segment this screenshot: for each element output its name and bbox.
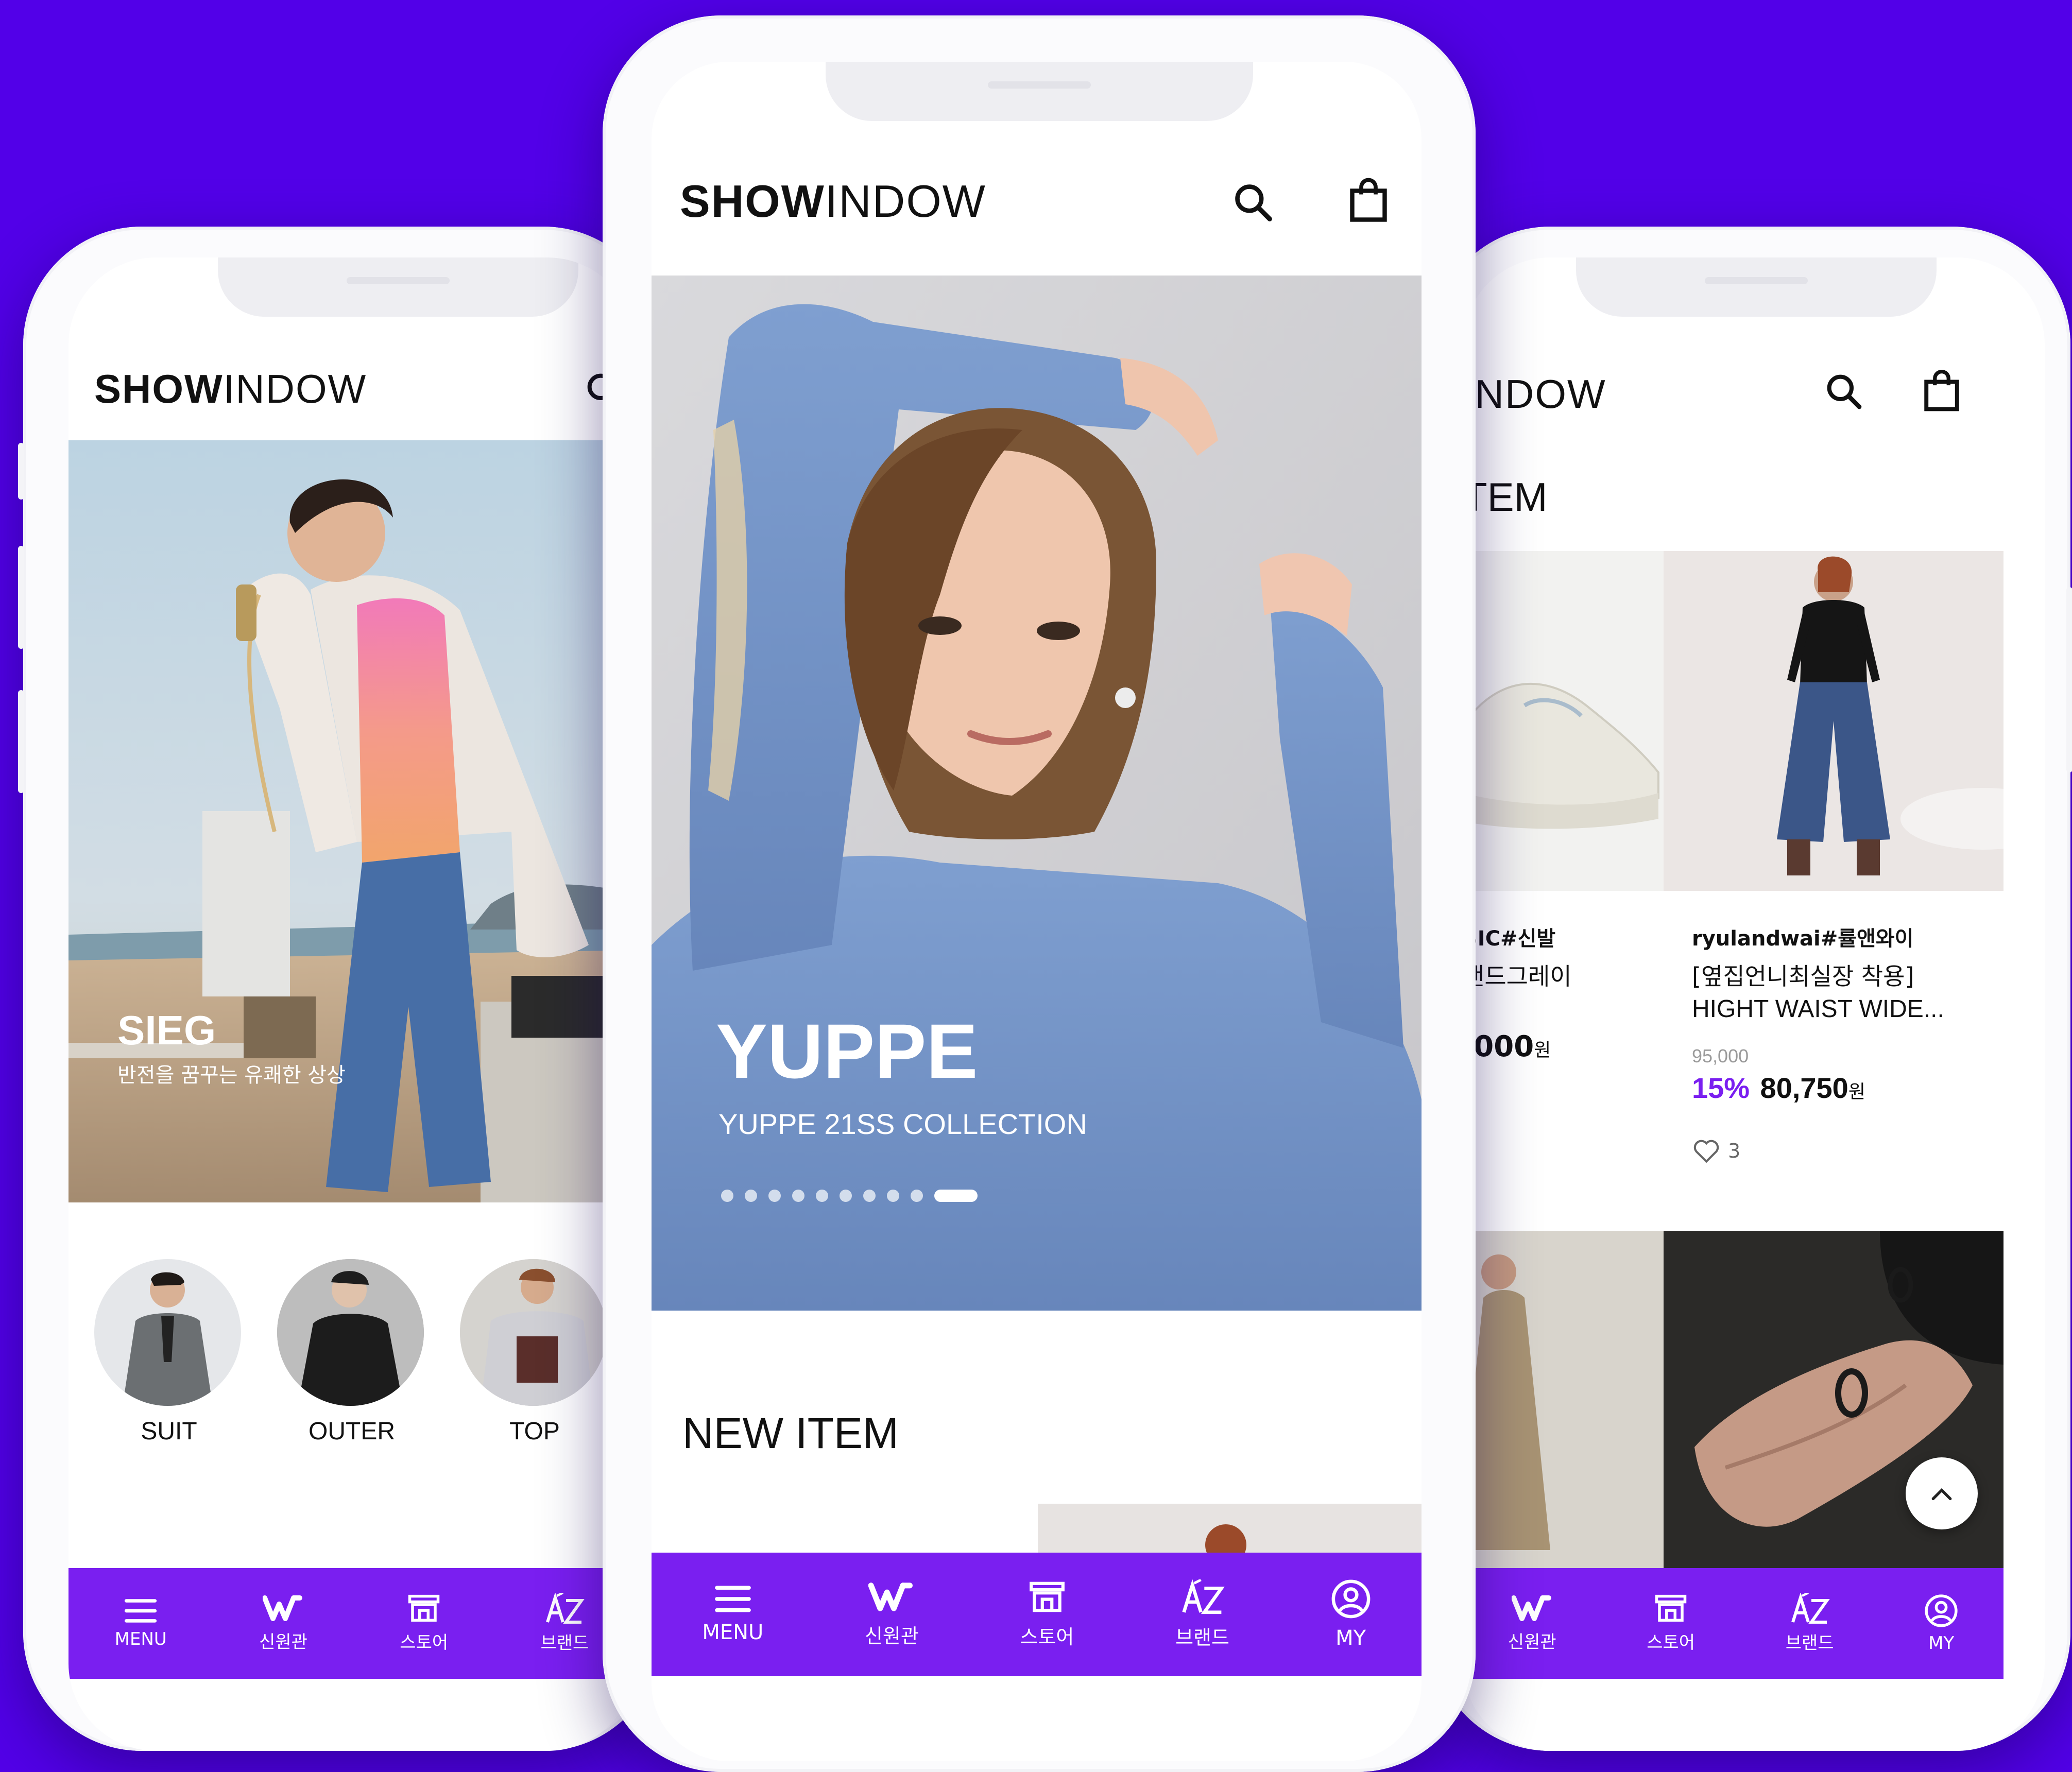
carousel-dot[interactable]	[863, 1190, 876, 1202]
store-icon	[1030, 1581, 1065, 1612]
new-item-preview[interactable]	[1038, 1504, 1422, 1555]
tab-sinwon[interactable]: 신원관	[259, 1594, 307, 1653]
brand-w-icon	[263, 1595, 303, 1621]
carousel-indicator[interactable]	[721, 1190, 978, 1202]
app-logo-partial: INDOW	[1463, 371, 1606, 417]
power-button	[2066, 587, 2072, 772]
store-icon	[1655, 1594, 1687, 1622]
product-name-line2[interactable]: HIGHT WAIST WIDE...	[1692, 995, 1944, 1023]
app-logo: SHOWINDOW	[94, 366, 367, 411]
user-icon	[1331, 1579, 1370, 1619]
tab-store[interactable]: 스토어	[400, 1593, 448, 1654]
store-icon	[408, 1594, 440, 1622]
volume-up-button	[18, 546, 24, 649]
tab-menu[interactable]: MENU	[115, 1598, 167, 1649]
left-phone: SHOWINDOW SIEG 반전을 꿈꾸는 유쾌한 상상 SUIT OUTER…	[18, 227, 662, 1751]
brand-w-icon	[1511, 1595, 1551, 1621]
product-image-coat[interactable]	[1463, 1231, 1664, 1571]
carousel-dot[interactable]	[934, 1190, 978, 1202]
bottom-tab-bar: MENU 신원관 스토어 브랜드	[69, 1568, 635, 1679]
banner-subtitle: YUPPE 21SS COLLECTION	[718, 1108, 1087, 1140]
az-icon	[1181, 1579, 1225, 1614]
az-icon	[1791, 1593, 1830, 1624]
like-count: 3	[1728, 1140, 1741, 1162]
category-outer[interactable]: OUTER	[277, 1259, 426, 1446]
shopping-bag-icon[interactable]	[1921, 368, 1962, 415]
menu-icon	[125, 1598, 157, 1623]
product-brand: SIC#신발	[1463, 927, 1556, 951]
product-name[interactable]: 랜드그레이	[1463, 958, 1572, 992]
banner-subtitle: 반전을 꿈꾸는 유쾌한 상상	[117, 1063, 346, 1087]
carousel-dot[interactable]	[745, 1190, 757, 1202]
carousel-dot[interactable]	[768, 1190, 781, 1202]
tab-menu[interactable]: MENU	[702, 1585, 763, 1644]
section-title: NEW ITEM	[682, 1409, 899, 1457]
tab-brand[interactable]: 브랜드	[1175, 1579, 1229, 1650]
product-price: ,000원	[1463, 1030, 1551, 1063]
like-button[interactable]: 3	[1692, 1138, 1740, 1164]
heart-icon	[1693, 1140, 1719, 1163]
carousel-dot[interactable]	[816, 1190, 828, 1202]
product-name-line1[interactable]: [옆집언니최실장 착용]	[1692, 958, 1914, 992]
original-price: 95,000	[1692, 1045, 1749, 1066]
carousel-dot[interactable]	[721, 1190, 733, 1202]
banner-title: YUPPE	[716, 1008, 978, 1094]
tab-my[interactable]: MY	[1924, 1594, 1958, 1654]
search-icon[interactable]	[1823, 371, 1864, 414]
carousel-dot[interactable]	[792, 1190, 804, 1202]
right-phone: INDOW TEM SIC#신발 랜드그레이 ,000원 ryulandwai#…	[1432, 227, 2072, 1751]
product-image-sneaker[interactable]	[1463, 551, 1664, 891]
tab-sinwon[interactable]: 신원관	[1508, 1594, 1556, 1653]
category-suit[interactable]: SUIT	[94, 1259, 244, 1446]
banner-title: SIEG	[117, 1007, 216, 1053]
chevron-up-icon	[1931, 1488, 1952, 1501]
product-image-jeans[interactable]	[1664, 551, 2003, 891]
bottom-tab-bar: MENU 신원관 스토어 브랜드 MY	[652, 1553, 1422, 1676]
tab-sinwon[interactable]: 신원관	[865, 1581, 919, 1648]
volume-down-button	[18, 690, 24, 793]
left-screen: SHOWINDOW SIEG 반전을 꿈꾸는 유쾌한 상상 SUIT OUTER…	[69, 257, 635, 1751]
center-screen: SHOWINDOW YUPPE YUPPE 21SS COLLECTION NE…	[652, 62, 1422, 1761]
notch	[826, 62, 1253, 121]
app-logo: SHOWINDOW	[680, 176, 986, 227]
main-banner[interactable]: YUPPE YUPPE 21SS COLLECTION	[652, 276, 1422, 1311]
sale-price-row: 15% 80,750원	[1692, 1072, 1865, 1104]
tab-store[interactable]: 스토어	[1020, 1580, 1074, 1649]
carousel-dot[interactable]	[911, 1190, 923, 1202]
center-phone: SHOWINDOW YUPPE YUPPE 21SS COLLECTION NE…	[603, 15, 1476, 1772]
category-top[interactable]: TOP	[460, 1259, 609, 1446]
az-icon	[546, 1593, 585, 1624]
discount-rate: 15%	[1692, 1072, 1750, 1104]
user-icon	[1925, 1594, 1958, 1627]
silent-switch	[18, 443, 24, 500]
bottom-tab-bar: 신원관 스토어 브랜드 MY	[1463, 1568, 2003, 1679]
menu-icon	[714, 1586, 751, 1612]
notch	[218, 257, 578, 317]
tab-my[interactable]: MY	[1331, 1579, 1371, 1650]
sale-price: 80,750	[1760, 1072, 1848, 1104]
main-banner[interactable]: SIEG 반전을 꿈꾸는 유쾌한 상상	[69, 440, 635, 1202]
right-screen: INDOW TEM SIC#신발 랜드그레이 ,000원 ryulandwai#…	[1463, 257, 2045, 1751]
shopping-bag-icon[interactable]	[1347, 176, 1390, 226]
brand-w-icon	[868, 1582, 913, 1611]
carousel-dot[interactable]	[887, 1190, 899, 1202]
tab-store[interactable]: 스토어	[1647, 1593, 1695, 1654]
tab-brand[interactable]: 브랜드	[1786, 1593, 1834, 1654]
carousel-dot[interactable]	[840, 1190, 852, 1202]
product-brand: ryulandwai#률앤와이	[1692, 927, 1914, 951]
search-icon[interactable]	[1231, 180, 1275, 227]
tab-brand[interactable]: 브랜드	[540, 1593, 589, 1654]
notch	[1576, 257, 1937, 317]
scroll-top-button[interactable]	[1906, 1457, 1978, 1529]
